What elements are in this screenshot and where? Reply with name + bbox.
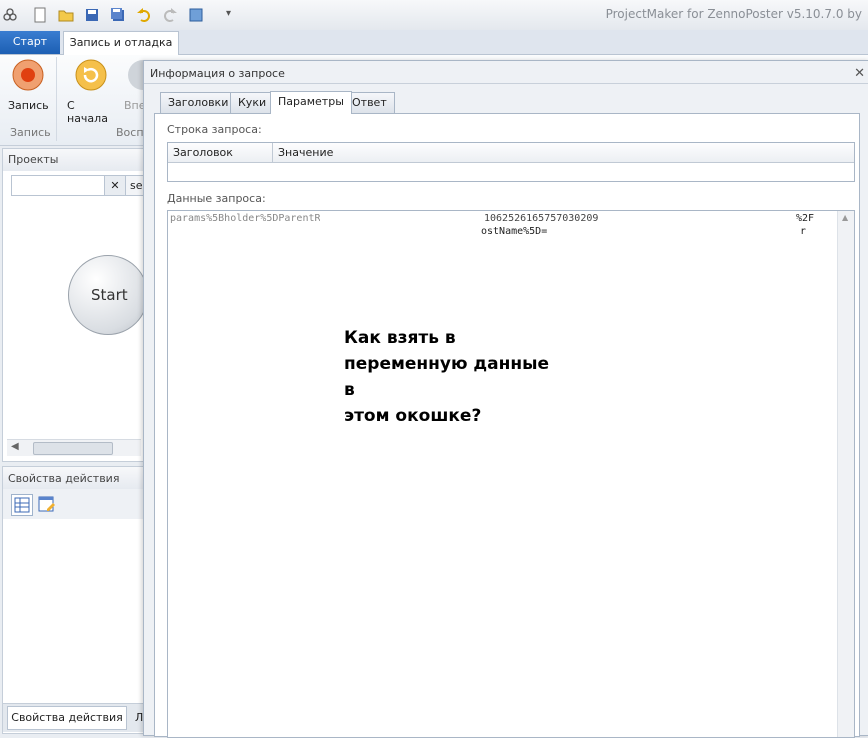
data-line2-right: r <box>800 226 807 237</box>
tab-cookies[interactable]: Куки <box>230 92 275 113</box>
window-icon[interactable] <box>188 7 204 23</box>
restart-icon <box>75 59 107 94</box>
tab-parameters[interactable]: Параметры <box>270 91 352 114</box>
close-icon[interactable]: ✕ <box>854 66 865 81</box>
vertical-scrollbar[interactable]: ▲ <box>837 211 854 737</box>
data-line-mid: 1062526165757030209 <box>484 213 599 224</box>
app-logo-icon <box>2 7 18 23</box>
save-all-icon[interactable] <box>110 7 126 23</box>
record-button[interactable]: Запись <box>8 59 49 112</box>
projects-title: Проекты <box>8 153 59 166</box>
edit-properties-icon[interactable] <box>37 494 57 514</box>
projects-pane: Проекты ✕ se Start ◀ <box>2 148 149 462</box>
start-node[interactable]: Start <box>68 255 148 335</box>
request-data-label: Данные запроса: <box>167 192 266 205</box>
open-folder-icon[interactable] <box>58 7 74 23</box>
tab-record-debug[interactable]: Запись и отладка <box>63 31 179 55</box>
annotation-line: переменную данные в <box>344 354 550 400</box>
redo-icon[interactable] <box>162 7 178 23</box>
start-node-label: Start <box>91 286 128 304</box>
query-grid-header: Заголовок Значение <box>168 143 854 163</box>
title-bar: ▾ ProjectMaker for ZennoPoster v5.10.7.0… <box>0 0 868 31</box>
save-icon[interactable] <box>84 7 100 23</box>
project-tab[interactable] <box>11 175 105 196</box>
from-start-label: С начала <box>67 99 108 125</box>
annotation-line: этом окошке? <box>344 406 482 426</box>
annotation-text: Как взять в переменную данные в этом око… <box>344 325 564 429</box>
from-start-button[interactable]: С начала <box>66 59 116 125</box>
projects-header: Проекты <box>3 149 143 171</box>
data-line2-mid: ostName%5D= <box>481 226 548 237</box>
record-label: Запись <box>8 99 49 112</box>
data-line-right: %2F <box>796 213 815 224</box>
column-divider <box>272 143 273 162</box>
dialog-title: Информация о запросе <box>150 67 285 80</box>
column-header-value[interactable]: Значение <box>278 146 333 159</box>
tab-headers[interactable]: Заголовки <box>160 92 237 113</box>
horizontal-scrollbar[interactable]: ◀ <box>7 439 141 456</box>
props-toolbar <box>3 489 143 519</box>
request-data-textbox[interactable]: params%5Bholder%5DParentRequestId%5D=150… <box>167 210 855 738</box>
scroll-thumb[interactable] <box>33 442 113 455</box>
request-info-dialog: Информация о запросе ✕ Заголовки Куки Па… <box>143 60 868 738</box>
scroll-left-icon[interactable]: ◀ <box>11 441 19 452</box>
props-bottom-tabs: Свойства действия Л <box>3 703 143 732</box>
parameters-panel: Строка запроса: Заголовок Значение Данны… <box>154 113 860 738</box>
column-header-name[interactable]: Заголовок <box>173 146 233 159</box>
group-label-record: Запись <box>10 126 51 139</box>
dialog-divider <box>144 83 868 84</box>
props-header: Свойства действия <box>3 467 143 489</box>
scroll-up-icon[interactable]: ▲ <box>842 213 848 222</box>
new-file-icon[interactable] <box>32 7 48 23</box>
close-tab-icon[interactable]: ✕ <box>104 175 126 196</box>
app-title: ProjectMaker for ZennoPoster v5.10.7.0 b… <box>605 7 862 21</box>
action-properties-pane: Свойства действия Свойства действия Л <box>2 466 144 734</box>
customize-toolbar-icon[interactable]: ▾ <box>226 8 231 19</box>
query-grid[interactable]: Заголовок Значение <box>167 142 855 182</box>
data-line-left: params%5Bholder%5DParentRequestId%5D=150… <box>170 213 320 224</box>
redaction-block <box>176 225 476 243</box>
props-title: Свойства действия <box>8 472 120 485</box>
tab-action-properties[interactable]: Свойства действия <box>7 706 127 730</box>
grid-view-icon[interactable] <box>11 494 33 516</box>
tab-start[interactable]: Старт <box>0 31 60 54</box>
annotation-line: Как взять в <box>344 328 456 348</box>
undo-icon[interactable] <box>136 7 152 23</box>
record-icon <box>12 59 44 94</box>
group-divider <box>56 57 57 141</box>
query-string-label: Строка запроса: <box>167 123 262 136</box>
